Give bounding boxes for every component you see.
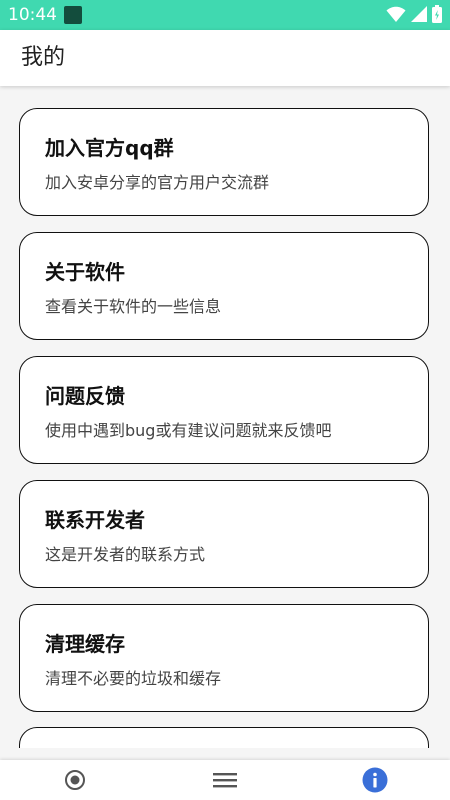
card-subtitle: 使用中遇到bug或有建议问题就来反馈吧 <box>45 421 332 440</box>
settings-list[interactable]: 加入官方qq群 加入安卓分享的官方用户交流群 关于软件 查看关于软件的一些信息 … <box>0 86 450 748</box>
card-subtitle: 清理不必要的垃圾和缓存 <box>45 669 222 688</box>
card-subtitle: 查看关于软件的一些信息 <box>45 297 222 316</box>
menu-icon <box>213 773 237 788</box>
card-title: 加入官方qq群 <box>45 136 174 160</box>
card-title: 问题反馈 <box>45 384 125 408</box>
card-subtitle: 加入安卓分享的官方用户交流群 <box>45 173 270 192</box>
signal-icon <box>411 6 427 22</box>
card-clear-cache[interactable]: 清理缓存 清理不必要的垃圾和缓存 <box>19 604 429 712</box>
info-icon <box>362 767 388 793</box>
wifi-icon <box>386 6 406 22</box>
app-notification-icon <box>64 6 82 24</box>
nav-item-home[interactable] <box>0 760 150 800</box>
page-title: 我的 <box>21 45 66 70</box>
card-title: 联系开发者 <box>45 508 145 532</box>
status-icons <box>386 5 442 23</box>
card-title: 关于软件 <box>45 260 125 284</box>
card-about-app[interactable]: 关于软件 查看关于软件的一些信息 <box>19 232 429 340</box>
nav-item-info[interactable] <box>300 760 450 800</box>
card-subtitle: 这是开发者的联系方式 <box>45 545 206 564</box>
bottom-nav <box>0 760 450 800</box>
nav-item-menu[interactable] <box>150 760 300 800</box>
app-bar: 我的 <box>0 30 450 86</box>
status-time: 10:44 <box>8 5 57 25</box>
card-feedback[interactable]: 问题反馈 使用中遇到bug或有建议问题就来反馈吧 <box>19 356 429 464</box>
card-partial[interactable] <box>19 727 429 748</box>
status-bar: 10:44 <box>0 0 450 30</box>
card-join-qq-group[interactable]: 加入官方qq群 加入安卓分享的官方用户交流群 <box>19 108 429 216</box>
card-title: 清理缓存 <box>45 632 125 656</box>
radio-circle-icon <box>65 770 85 790</box>
card-contact-developer[interactable]: 联系开发者 这是开发者的联系方式 <box>19 480 429 588</box>
battery-icon <box>432 5 442 23</box>
